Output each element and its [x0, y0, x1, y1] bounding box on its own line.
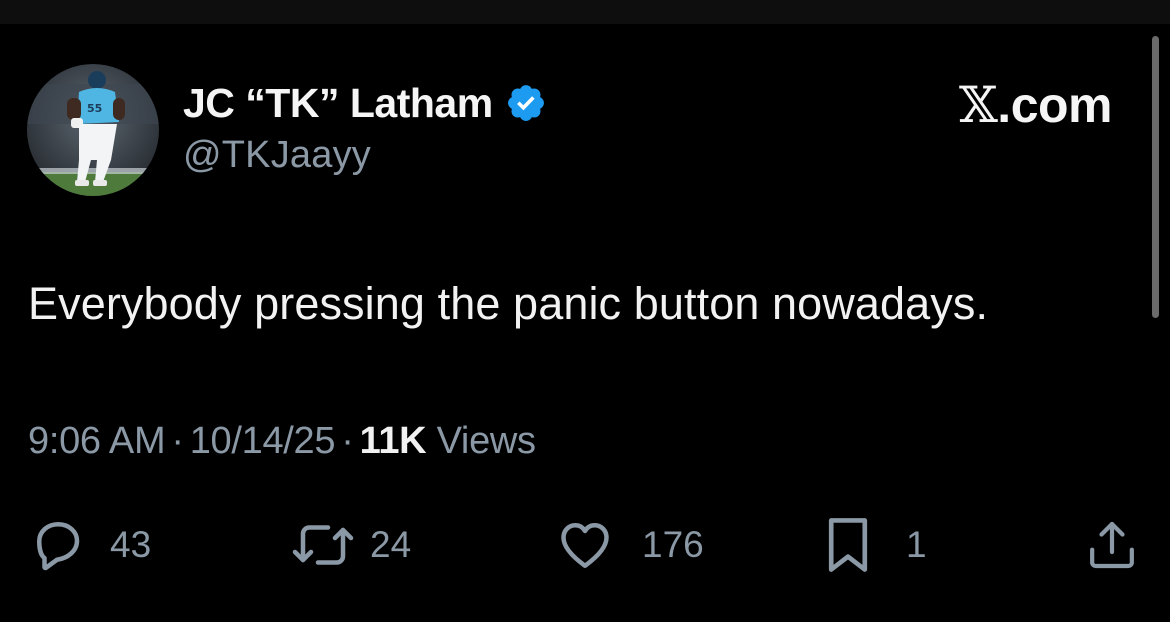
display-name[interactable]: JC “TK” Latham	[183, 80, 493, 127]
repost-count: 24	[370, 524, 412, 565]
like-button[interactable]: 176	[554, 513, 704, 577]
tweet-meta: 9:06 AM · 10/14/25 · 11K Views	[28, 420, 536, 463]
share-button[interactable]	[1084, 513, 1140, 577]
brand-watermark: 𝕏.com	[959, 76, 1112, 134]
bookmark-count: 1	[906, 524, 927, 565]
svg-text:55: 55	[87, 102, 102, 115]
tweet-card: 55 JC “TK” Latham @TKJaayy 𝕏.com Everybo…	[0, 0, 1170, 622]
heart-icon	[554, 515, 616, 575]
tweet-date[interactable]: 10/14/25	[190, 420, 336, 462]
action-bar: 43 24 176 1	[0, 513, 1170, 577]
bookmark-icon	[822, 514, 874, 576]
views-label: Views	[436, 420, 536, 462]
reply-count: 43	[110, 524, 152, 565]
avatar-photo-icon: 55	[27, 64, 159, 196]
brand-suffix: .com	[997, 77, 1112, 133]
avatar[interactable]: 55	[27, 64, 159, 196]
tweet-time[interactable]: 9:06 AM	[28, 420, 166, 462]
meta-separator: ·	[341, 420, 354, 462]
views-count[interactable]: 11K	[360, 420, 427, 462]
reply-icon	[28, 515, 88, 575]
tweet-text: Everybody pressing the panic button nowa…	[28, 278, 989, 329]
meta-separator: ·	[171, 420, 184, 462]
handle[interactable]: @TKJaayy	[183, 134, 547, 177]
reply-button[interactable]: 43	[28, 513, 151, 577]
author-block: JC “TK” Latham @TKJaayy	[183, 80, 547, 177]
name-row: JC “TK” Latham	[183, 80, 547, 126]
repost-button[interactable]: 24	[290, 513, 411, 577]
bookmark-button[interactable]: 1	[822, 513, 927, 577]
repost-icon	[290, 515, 356, 575]
verified-badge-icon	[505, 82, 547, 124]
x-logo-icon: 𝕏	[959, 76, 998, 134]
share-icon	[1084, 515, 1140, 575]
like-count: 176	[642, 524, 704, 565]
